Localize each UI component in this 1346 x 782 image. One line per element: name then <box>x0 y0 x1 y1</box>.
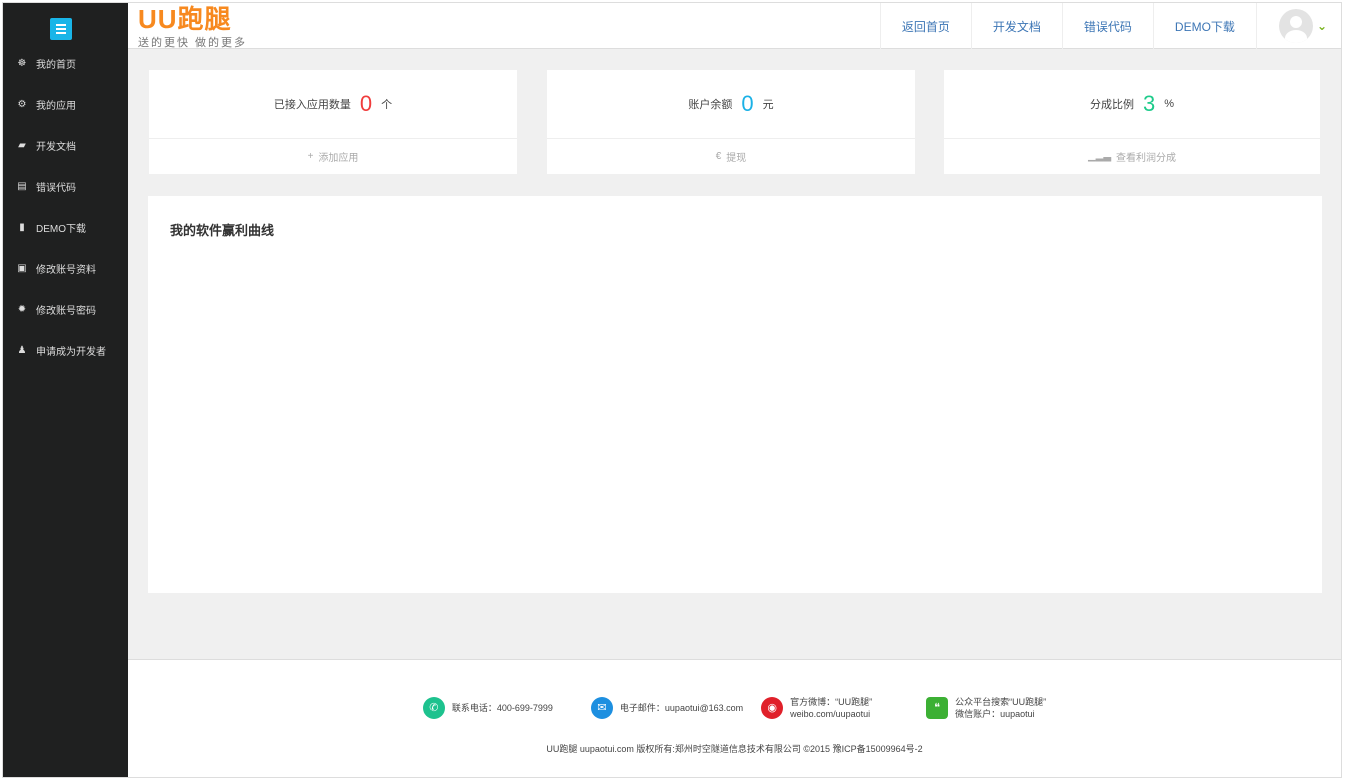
wechat-text: 公众平台搜索“UU跑腿” <box>955 697 1047 707</box>
top-nav: 返回首页 开发文档 错误代码 DEMO下载 ⌄ <box>879 3 1341 49</box>
nav-demo-link[interactable]: DEMO下载 <box>1152 3 1256 49</box>
sidebar-item-4[interactable]: ▮ DEMO下载 <box>3 207 128 248</box>
share-ratio-card: 分成比例 3% ▁▂▃ 查看利润分成 <box>944 70 1320 174</box>
sidebar-item-3[interactable]: ▤ 错误代码 <box>3 166 128 207</box>
apps-count-card: 已接入应用数量 0 个 + 添加应用 <box>149 70 517 174</box>
footer: ✆ 联系电话：400-699-7999 ✉ 电子邮件：uupaotui@163.… <box>128 659 1341 777</box>
slogan: 送的更快 做的更多 <box>138 37 248 49</box>
sidebar-item-label: 我的首页 <box>36 60 76 71</box>
user-menu[interactable]: ⌄ <box>1255 3 1341 49</box>
chevron-down-icon: ⌄ <box>1316 19 1327 33</box>
menu-toggle-button[interactable] <box>50 18 72 40</box>
profit-chart-panel: 我的软件赢利曲线 <box>148 196 1322 593</box>
sidebar-item-label: 错误代码 <box>36 183 76 194</box>
contact-wechat: ❝ 公众平台搜索“UU跑腿” 微信账户：uupaotui <box>926 696 1046 720</box>
sidebar-item-label: DEMO下载 <box>36 224 86 235</box>
user-icon: ♟ <box>17 345 27 356</box>
panel-title: 我的软件赢利曲线 <box>170 223 275 238</box>
avatar <box>1278 9 1313 43</box>
nav-home-link[interactable]: 返回首页 <box>879 3 971 49</box>
apps-count-action[interactable]: + 添加应用 <box>149 139 517 173</box>
sidebar-item-1[interactable]: ⚙ 我的应用 <box>3 84 128 125</box>
sidebar-item-label: 修改账号资料 <box>36 265 96 276</box>
stat-value: 0 <box>359 91 373 116</box>
page: ☸ 我的首页 ⚙ 我的应用 ▰ 开发文档 ▤ 错误代码 ▮ DEMO下载 ▣ 修改账号资料 ✹ 修改账号密… <box>2 2 1342 778</box>
sidebar: ☸ 我的首页 ⚙ 我的应用 ▰ 开发文档 ▤ 错误代码 ▮ DEMO下载 ▣ 修改账号资料 ✹ 修改账号密… <box>3 3 128 777</box>
sidebar-nav: ☸ 我的首页 ⚙ 我的应用 ▰ 开发文档 ▤ 错误代码 ▮ DEMO下载 ▣ 修改账号资料 ✹ 修改账号密… <box>3 43 128 371</box>
sidebar-item-6[interactable]: ✹ 修改账号密码 <box>3 289 128 330</box>
sidebar-item-label: 我的应用 <box>36 101 76 112</box>
sidebar-item-label: 修改账号密码 <box>36 306 96 317</box>
action-icon: € <box>715 150 722 162</box>
action-icon: ▁▂▃ <box>1087 150 1112 162</box>
action-label: 提现 <box>726 152 747 164</box>
stat-label: 已接入应用数量 <box>273 99 351 111</box>
share-ratio-action[interactable]: ▁▂▃ 查看利润分成 <box>944 139 1320 173</box>
logo[interactable]: UU跑腿 送的更快 做的更多 <box>138 5 247 50</box>
weibo-icon: ◉ <box>761 697 784 719</box>
action-icon: + <box>307 150 314 162</box>
file-code-icon: ▤ <box>17 181 27 192</box>
stat-value: 3 <box>1142 91 1156 116</box>
weibo-url[interactable]: weibo.com/uupaotui <box>790 709 870 719</box>
stat-label: 账户余额 <box>688 99 733 111</box>
wechat-account: 微信账户：uupaotui <box>955 709 1035 719</box>
stat-value: 0 <box>741 91 754 116</box>
balance-action[interactable]: € 提现 <box>547 139 915 173</box>
phone-text: 联系电话：400-699-7999 <box>451 703 553 713</box>
email-text: 电子邮件：uupaotui@163.com <box>619 703 744 713</box>
gear-icon: ✹ <box>17 304 27 315</box>
nav-error-codes-link[interactable]: 错误代码 <box>1061 3 1153 49</box>
header: UU跑腿 送的更快 做的更多 返回首页 开发文档 错误代码 DEMO下载 ⌄ <box>128 3 1341 49</box>
copyright: UU跑腿 uupaotui.com 版权所有:郑州时空隧道信息技术有限公司 ©2… <box>546 744 923 754</box>
logo-text: UU跑腿 <box>138 4 232 34</box>
stat-label: 分成比例 <box>1089 99 1134 111</box>
sidebar-item-label: 申请成为开发者 <box>36 347 106 358</box>
mail-icon: ✉ <box>590 697 613 719</box>
dashboard-icon: ☸ <box>17 58 27 69</box>
contact-weibo: ◉ 官方微博：“UU跑腿” weibo.com/uupaotui <box>761 696 872 720</box>
sidebar-item-label: 开发文档 <box>36 142 76 153</box>
stat-unit: 个 <box>381 99 393 111</box>
sidebar-item-5[interactable]: ▣ 修改账号资料 <box>3 248 128 289</box>
action-label: 查看利润分成 <box>1116 152 1177 164</box>
save-icon: ▣ <box>17 263 27 274</box>
book-icon: ▰ <box>18 140 26 151</box>
contact-email: ✉ 电子邮件：uupaotui@163.com <box>590 696 744 720</box>
stat-unit: % <box>1164 98 1175 110</box>
contact-phone: ✆ 联系电话：400-699-7999 <box>422 696 553 720</box>
nav-docs-link[interactable]: 开发文档 <box>970 3 1062 49</box>
file-icon: ▮ <box>19 222 25 233</box>
action-label: 添加应用 <box>318 152 359 164</box>
phone-icon: ✆ <box>422 697 445 719</box>
wechat-icon: ❝ <box>926 697 949 719</box>
weibo-text: 官方微博：“UU跑腿” <box>790 697 873 707</box>
balance-card: 账户余额 0 元 € 提现 <box>547 70 915 174</box>
sidebar-item-0[interactable]: ☸ 我的首页 <box>3 43 128 84</box>
sidebar-item-7[interactable]: ♟ 申请成为开发者 <box>3 330 128 371</box>
stat-unit: 元 <box>762 99 774 111</box>
cogs-icon: ⚙ <box>17 99 27 110</box>
sidebar-item-2[interactable]: ▰ 开发文档 <box>3 125 128 166</box>
